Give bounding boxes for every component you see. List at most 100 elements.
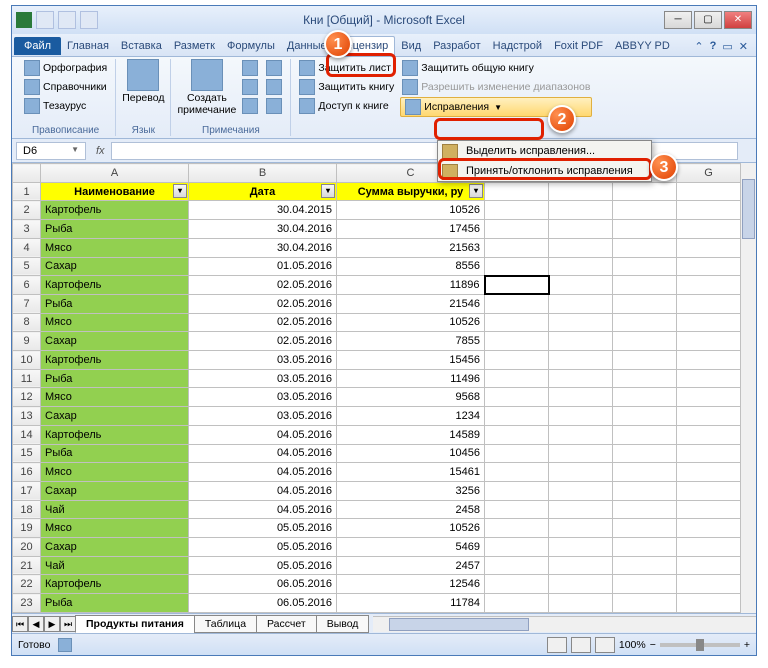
cell[interactable] [549,294,613,313]
view-pagebreak-button[interactable] [595,637,615,653]
research-button[interactable]: Справочники [22,78,109,96]
cell[interactable] [677,351,741,370]
cell[interactable] [677,220,741,239]
row-header[interactable]: 4 [13,238,41,257]
row-header[interactable]: 16 [13,463,41,482]
cell[interactable] [549,556,613,575]
cell[interactable]: Рыба [41,444,189,463]
row-header[interactable]: 17 [13,481,41,500]
cell[interactable]: Рыба [41,594,189,613]
share-workbook-button[interactable]: Доступ к книге [297,97,396,115]
cell[interactable] [485,463,549,482]
new-comment-button[interactable]: Создать примечание [177,59,236,116]
row-header[interactable]: 22 [13,575,41,594]
row-header[interactable]: 3 [13,220,41,239]
col-header-a[interactable]: A [41,164,189,183]
cell[interactable]: 02.05.2016 [189,313,337,332]
cell[interactable]: 02.05.2016 [189,294,337,313]
cell[interactable]: 5469 [337,538,485,557]
table-header-date[interactable]: Дата▾ [189,182,337,201]
cell[interactable] [613,425,677,444]
cell[interactable]: Мясо [41,313,189,332]
cell[interactable] [677,201,741,220]
cell[interactable] [613,481,677,500]
row-header[interactable]: 21 [13,556,41,575]
cell[interactable] [485,500,549,519]
cell[interactable] [485,294,549,313]
cell[interactable] [613,538,677,557]
row-header[interactable]: 7 [13,294,41,313]
grid[interactable]: A B C D E F G 1 Наименование▾ Дата▾ Сумм… [12,163,741,613]
cell[interactable] [485,238,549,257]
show-ink-button[interactable] [264,97,284,115]
sheet-tab-products[interactable]: Продукты питания [75,615,195,633]
zoom-level[interactable]: 100% [619,639,646,651]
cell[interactable] [613,500,677,519]
tab-home[interactable]: Главная [61,37,115,55]
horizontal-scrollbar[interactable] [373,616,756,632]
cell[interactable]: Мясо [41,388,189,407]
cell[interactable] [613,294,677,313]
tab-addins[interactable]: Надстрой [487,37,548,55]
zoom-in-button[interactable]: + [744,639,750,651]
zoom-out-button[interactable]: − [650,639,656,651]
cell[interactable]: 30.04.2016 [189,238,337,257]
cell[interactable]: 12546 [337,575,485,594]
cell[interactable] [485,201,549,220]
cell[interactable]: Картофель [41,201,189,220]
redo-icon[interactable] [80,11,98,29]
window-options-icon[interactable]: ▭ [722,40,732,53]
scroll-thumb[interactable] [389,618,529,631]
cell[interactable] [549,519,613,538]
protect-share-button[interactable]: Защитить общую книгу [400,59,592,77]
name-box[interactable]: D6▼ [16,142,86,160]
cell[interactable] [613,351,677,370]
row-header[interactable]: 19 [13,519,41,538]
tab-developer[interactable]: Разработ [427,37,486,55]
cell[interactable]: Рыба [41,369,189,388]
zoom-slider[interactable] [660,643,740,647]
row-header[interactable]: 12 [13,388,41,407]
cell[interactable] [677,369,741,388]
cell[interactable]: 05.05.2016 [189,556,337,575]
cell[interactable]: 14589 [337,425,485,444]
cell[interactable]: Картофель [41,351,189,370]
cell[interactable] [549,500,613,519]
cell[interactable] [549,257,613,276]
cell[interactable]: 30.04.2015 [189,201,337,220]
select-all-corner[interactable] [13,164,41,183]
cell[interactable]: Чай [41,500,189,519]
tab-foxit[interactable]: Foxit PDF [548,37,609,55]
cell[interactable]: Рыба [41,294,189,313]
cell[interactable] [485,575,549,594]
translate-button[interactable]: Перевод [122,59,164,105]
cell[interactable] [613,257,677,276]
cell[interactable] [485,369,549,388]
cell[interactable] [549,444,613,463]
row-header[interactable]: 14 [13,425,41,444]
cell[interactable]: 05.05.2016 [189,538,337,557]
view-normal-button[interactable] [547,637,567,653]
cell[interactable]: 21563 [337,238,485,257]
cell[interactable]: 04.05.2016 [189,425,337,444]
col-header-g[interactable]: G [677,164,741,183]
cell[interactable]: 04.05.2016 [189,444,337,463]
filter-button[interactable]: ▾ [173,184,187,198]
cell[interactable] [549,276,613,295]
row-header[interactable]: 8 [13,313,41,332]
cell[interactable]: 15456 [337,351,485,370]
cell[interactable] [677,538,741,557]
cell[interactable] [549,238,613,257]
cell[interactable] [613,594,677,613]
cell[interactable]: 30.04.2016 [189,220,337,239]
row-header[interactable]: 13 [13,407,41,426]
tab-abbyy[interactable]: ABBYY PD [609,37,676,55]
cell[interactable] [677,313,741,332]
cell[interactable] [677,276,741,295]
cell[interactable] [549,463,613,482]
show-all-comments-button[interactable] [264,78,284,96]
cell[interactable] [485,351,549,370]
cell[interactable] [485,556,549,575]
cell[interactable] [549,313,613,332]
save-icon[interactable] [36,11,54,29]
